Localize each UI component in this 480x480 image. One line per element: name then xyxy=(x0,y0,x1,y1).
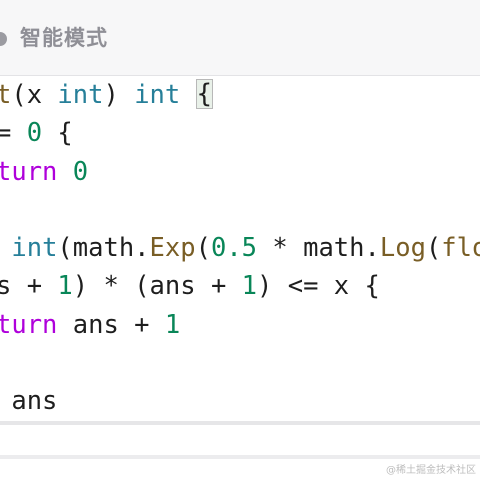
code-text: s + xyxy=(0,271,58,301)
code-number: 0 xyxy=(26,118,43,148)
code-text: ) <= x { xyxy=(257,271,380,301)
code-text: = xyxy=(0,118,12,148)
code-text: ans xyxy=(0,386,58,416)
code-function: Exp xyxy=(149,233,196,263)
code-keyword: turn xyxy=(0,157,58,187)
code-function: Log xyxy=(379,233,426,263)
code-type: int xyxy=(134,80,181,110)
code-line: turn ans + 1 xyxy=(0,308,180,342)
editor-toolbar: 智能模式 xyxy=(0,0,480,76)
code-line: = 0 { xyxy=(0,116,73,150)
code-text: ( xyxy=(425,233,442,263)
code-text: ) xyxy=(103,80,135,110)
code-text: * math. xyxy=(257,233,380,263)
editor-divider xyxy=(0,421,480,425)
code-number: 0 xyxy=(72,157,89,187)
matched-brace: { xyxy=(195,79,213,109)
code-number: 0.5 xyxy=(210,233,258,263)
code-text: (math. xyxy=(57,233,150,263)
code-text: { xyxy=(42,118,73,148)
mode-label[interactable]: 智能模式 xyxy=(20,23,108,53)
code-text: ( xyxy=(195,233,211,263)
code-number: 1 xyxy=(57,271,73,301)
panel-divider xyxy=(0,455,480,459)
bottom-panel: @稀土掘金技术社区 xyxy=(0,421,480,480)
code-keyword: turn xyxy=(0,310,58,340)
code-line: t(x int) int { xyxy=(0,78,213,112)
code-function: t xyxy=(0,80,12,110)
code-text: ans + xyxy=(57,310,165,340)
code-type: int xyxy=(57,80,104,110)
watermark: @稀土掘金技术社区 xyxy=(386,465,476,476)
code-number: 1 xyxy=(164,310,181,340)
code-line: s + 1) * (ans + 1) <= x { xyxy=(0,269,380,303)
code-text: ) * (ans + xyxy=(72,271,242,301)
code-editor[interactable]: t(x int) int { = 0 { turn 0 int(math.Exp… xyxy=(0,76,480,421)
code-type: int xyxy=(11,233,58,263)
code-function: floa xyxy=(441,233,480,263)
code-text: (x xyxy=(11,80,58,110)
code-number: 1 xyxy=(241,271,258,301)
circle-dot-icon xyxy=(0,32,7,46)
code-line: ans xyxy=(0,384,57,418)
code-line: turn 0 xyxy=(0,155,88,189)
code-line: int(math.Exp(0.5 * math.Log(floa xyxy=(0,231,480,265)
